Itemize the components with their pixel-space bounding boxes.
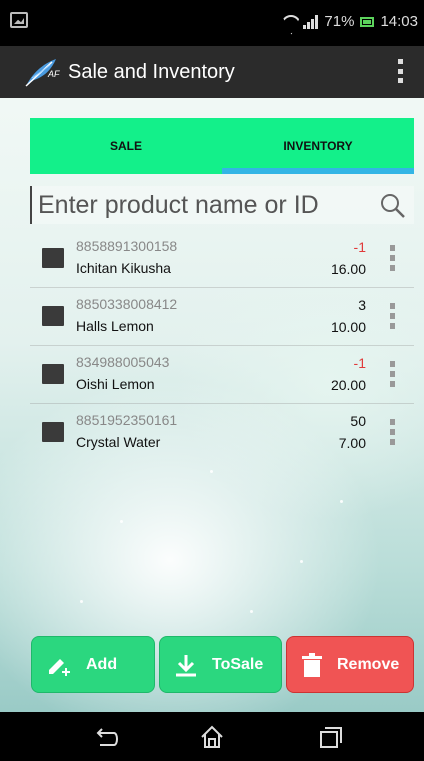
battery-percent: 71% [324,13,355,30]
add-button[interactable]: Add [31,636,155,693]
battery-icon [360,16,375,27]
signal-icon [303,14,319,29]
pencil-plus-icon [49,658,70,676]
app-title: Sale and Inventory [68,61,235,83]
product-price: 20.00 [330,377,366,393]
clock: 14:03 [380,13,418,30]
wifi-icon [281,15,297,29]
product-id: 8858891300158 [76,238,178,254]
product-quantity: -1 [353,355,366,371]
search-bar [30,186,414,224]
product-quantity: -1 [353,239,366,255]
product-id: 8850338008412 [76,296,178,312]
overflow-menu-icon[interactable] [398,59,404,83]
recents-icon[interactable] [318,724,344,750]
gallery-notification-icon [10,12,28,28]
tab-sale[interactable]: SALE [30,118,222,174]
product-id: 834988005043 [76,354,170,370]
product-name: Ichitan Kikusha [76,260,171,276]
remove-button-label: Remove [337,655,400,673]
list-item[interactable]: 8851952350161 Crystal Water 50 7.00 [30,404,414,462]
trash-icon [302,652,322,677]
status-bar: 71% 14:03 [0,0,424,46]
download-icon [176,654,196,676]
remove-button[interactable]: Remove [286,636,414,693]
item-menu-icon[interactable] [390,361,396,387]
item-checkbox[interactable] [42,364,64,384]
back-icon[interactable] [92,724,118,750]
item-menu-icon[interactable] [390,303,396,329]
item-menu-icon[interactable] [390,245,396,271]
product-price: 7.00 [338,435,366,451]
list-item[interactable]: 8858891300158 Ichitan Kikusha -1 16.00 [30,230,414,288]
item-menu-icon[interactable] [390,419,396,445]
product-name: Oishi Lemon [76,376,155,392]
product-price: 16.00 [330,261,366,277]
tab-inventory[interactable]: INVENTORY [222,118,414,174]
list-item[interactable]: 8850338008412 Halls Lemon 3 10.00 [30,288,414,346]
search-icon[interactable] [380,193,406,219]
product-name: Crystal Water [76,434,161,450]
action-bar: AF Sale and Inventory [0,46,424,98]
to-sale-button-label: ToSale [212,655,264,673]
product-list: 8858891300158 Ichitan Kikusha -1 16.00 8… [30,230,414,462]
item-checkbox[interactable] [42,248,64,268]
item-checkbox[interactable] [42,306,64,326]
product-name: Halls Lemon [76,318,154,334]
search-input[interactable] [38,186,368,224]
home-icon[interactable] [199,724,225,750]
feather-icon: AF [25,59,60,87]
navigation-bar [0,712,424,761]
product-quantity: 3 [358,297,366,313]
add-button-label: Add [86,655,118,673]
product-quantity: 50 [350,413,366,429]
tab-bar: SALE INVENTORY [30,118,414,174]
item-checkbox[interactable] [42,422,64,442]
status-indicators: 71% 14:03 [281,13,418,30]
svg-text:AF: AF [47,69,60,79]
list-item[interactable]: 834988005043 Oishi Lemon -1 20.00 [30,346,414,404]
product-id: 8851952350161 [76,412,178,428]
product-price: 10.00 [330,319,366,335]
to-sale-button[interactable]: ToSale [159,636,282,693]
